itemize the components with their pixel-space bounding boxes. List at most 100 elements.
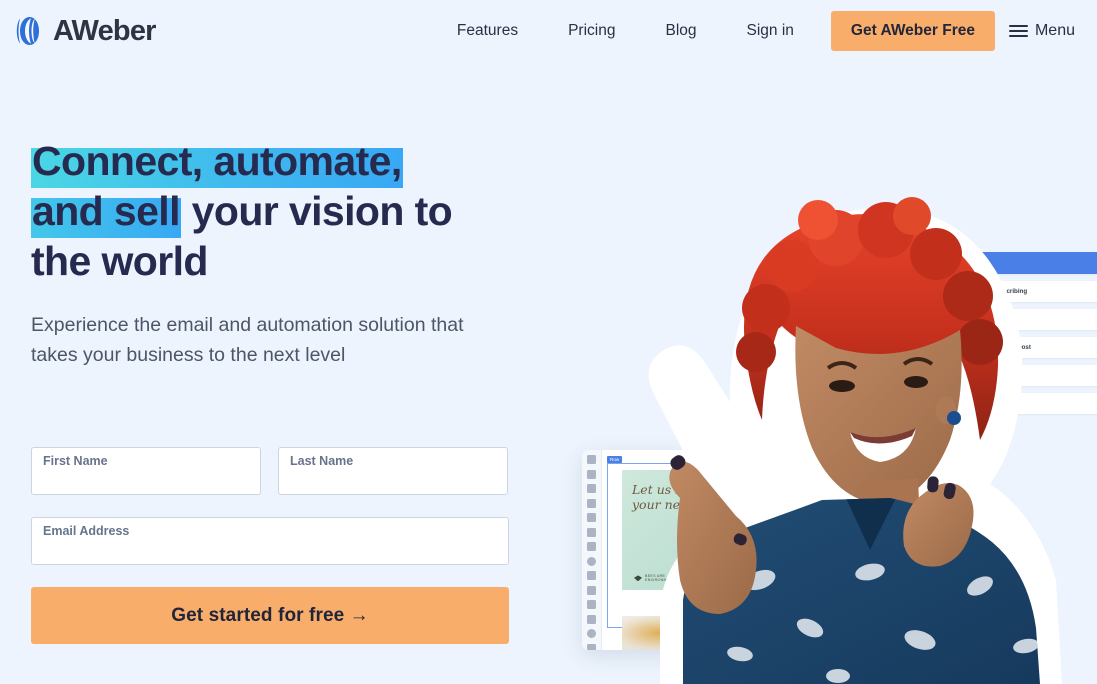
menu-button-label: Menu xyxy=(1034,22,1075,39)
stack-icon[interactable] xyxy=(587,614,596,624)
pencil-icon[interactable] xyxy=(587,571,596,580)
padding-bottom-unit: px xyxy=(895,561,900,567)
email-caption: Summer Honey xyxy=(690,637,756,646)
stack-columns-option[interactable]: Stack side-by-side columns on mobile xyxy=(852,490,955,497)
last-name-field[interactable]: Last Name xyxy=(278,447,508,495)
signup-form: First Name Last Name Email Address Get s… xyxy=(31,447,509,644)
hero-illustration: Campaign: On Subscribe Send Message: Tha… xyxy=(560,80,1097,684)
padding-top-input[interactable]: 0 px xyxy=(852,542,900,551)
campaign-step-row: Wait: 1 day xyxy=(903,309,1097,330)
padding-bottom-value: 0 xyxy=(852,561,855,567)
padding-top-control[interactable]: Top 0 px xyxy=(852,535,900,551)
menu-button[interactable]: Menu xyxy=(1008,22,1089,39)
add-left-button[interactable]: Add Left xyxy=(852,465,902,476)
selection-tag: Row xyxy=(607,456,623,463)
script-line-2: your next cup xyxy=(632,497,720,512)
editor-canvas[interactable]: Drop Element Row Let us sweeten your nex… xyxy=(602,450,844,650)
padding-right-control[interactable]: Right 0 px xyxy=(907,535,955,551)
drop-element-label: Drop Element xyxy=(707,454,739,460)
headline-highlight-2: and sell xyxy=(31,188,181,238)
campaign-header-value: On Subscribe xyxy=(944,259,986,267)
signature-icon[interactable] xyxy=(587,527,596,537)
text-icon[interactable] xyxy=(587,484,596,493)
bg-color-control[interactable]: BG Color xyxy=(852,503,870,522)
aweber-logo[interactable]: AWeber xyxy=(16,14,156,48)
brand-line-2: ENVIRONMENTAL xyxy=(645,578,680,583)
apply-all-columns-option[interactable]: Apply settings to all columns xyxy=(852,576,955,583)
padding-left-control[interactable]: Left 0 px xyxy=(907,553,955,569)
padding-left-input[interactable]: 0 px xyxy=(907,560,955,569)
nav-link-blog[interactable]: Blog xyxy=(640,11,721,51)
padding-bottom-input[interactable]: 0 px xyxy=(852,560,900,569)
checkbox-icon[interactable] xyxy=(852,576,858,583)
get-aweber-free-button[interactable]: Get AWeber Free xyxy=(830,11,995,51)
align-middle-icon[interactable] xyxy=(893,509,906,521)
layout-icon[interactable] xyxy=(587,455,596,464)
padding-left-label: Left xyxy=(907,553,915,559)
site-header: AWeber Features Pricing Blog Sign in Get… xyxy=(0,0,1097,62)
settings-icon[interactable] xyxy=(587,556,596,566)
align-top-icon[interactable] xyxy=(878,509,891,521)
panel-action-button[interactable] xyxy=(852,588,955,600)
campaign-step-value: 1 day xyxy=(928,316,945,323)
column-settings-title: Column Settings xyxy=(852,482,888,487)
padding-right-value: 0 xyxy=(907,543,910,548)
nav-link-pricing[interactable]: Pricing xyxy=(543,11,640,51)
headline-line-2: and sell your vision to xyxy=(31,186,531,238)
campaign-step-row: Send Message: Thanks for Subscribing xyxy=(903,281,1097,302)
checkbox-icon[interactable] xyxy=(852,490,858,497)
brand-text: BEES ARE ENVIRONMENTAL xyxy=(645,574,680,583)
script-line-1: Let us sweeten xyxy=(632,482,728,497)
grid-icon[interactable] xyxy=(587,585,596,595)
last-name-input[interactable] xyxy=(289,470,499,492)
padding-right-input[interactable]: 0 px xyxy=(907,542,955,551)
padding-left-value: 0 xyxy=(907,561,910,567)
landing-page: AWeber Features Pricing Blog Sign in Get… xyxy=(0,0,1097,684)
get-started-button[interactable]: Get started for free → xyxy=(31,587,509,644)
bee-icon xyxy=(634,575,642,582)
campaign-step-row: Send Message: My #1 most popular post xyxy=(903,337,1097,358)
campaign-step-value: Thanks for Subscribing xyxy=(958,288,1028,295)
padding-title: Padding xyxy=(852,525,870,530)
rss-icon[interactable] xyxy=(587,643,596,650)
apply-all-label: Apply settings to all columns xyxy=(860,576,922,582)
image-icon[interactable] xyxy=(587,469,596,479)
aweber-wave-logo-icon xyxy=(16,17,39,45)
add-column-buttons: Add Left Add Right xyxy=(852,465,955,476)
campaign-step-value: My #1 most popular post xyxy=(958,344,1031,351)
first-name-input[interactable] xyxy=(42,470,252,492)
align-bottom-icon[interactable] xyxy=(908,509,921,521)
headline-line-2-rest: your vision to xyxy=(180,188,453,234)
campaign-header-row: Campaign: On Subscribe xyxy=(903,252,1097,274)
padding-bottom-label: Bottom xyxy=(852,553,866,559)
copy-icon[interactable] xyxy=(587,600,596,609)
content-alignment-control: Content Alignment xyxy=(878,502,921,521)
padding-bottom-control[interactable]: Bottom 0 px xyxy=(852,553,900,569)
alignment-label: Content Alignment xyxy=(878,502,914,508)
first-name-field[interactable]: First Name xyxy=(31,447,261,495)
campaign-step-prefix: Send Message: xyxy=(912,344,955,351)
last-name-label: Last Name xyxy=(290,454,354,468)
campaign-step-prefix: Wait: xyxy=(912,316,926,323)
bg-color-swatch[interactable] xyxy=(852,509,870,519)
preview-icon[interactable] xyxy=(587,629,596,638)
headline-line-1: Connect, automate, xyxy=(31,136,531,188)
campaign-step-value: ...'s is important. xyxy=(915,400,964,407)
button-icon[interactable] xyxy=(587,498,596,508)
nav-link-sign-in[interactable]: Sign in xyxy=(722,11,819,51)
share-icon[interactable] xyxy=(587,513,596,522)
campaign-header-prefix: Campaign: xyxy=(912,259,942,267)
email-input[interactable] xyxy=(42,540,500,562)
color-and-alignment-row: BG Color Content Alignment xyxy=(852,502,955,522)
nav-link-features[interactable]: Features xyxy=(432,11,543,51)
email-field[interactable]: Email Address xyxy=(31,517,509,565)
alignment-buttons xyxy=(878,509,921,521)
bg-color-label: BG Color xyxy=(852,502,870,508)
add-column-title: Add Column xyxy=(852,456,879,461)
padding-right-label: Right xyxy=(907,535,918,540)
add-right-button[interactable]: Add Right xyxy=(905,465,955,476)
campaign-step-row xyxy=(903,365,1097,386)
brand-line-1: BEES ARE xyxy=(645,573,666,578)
scissors-icon[interactable] xyxy=(587,542,596,551)
padding-top-value: 0 xyxy=(852,543,855,548)
